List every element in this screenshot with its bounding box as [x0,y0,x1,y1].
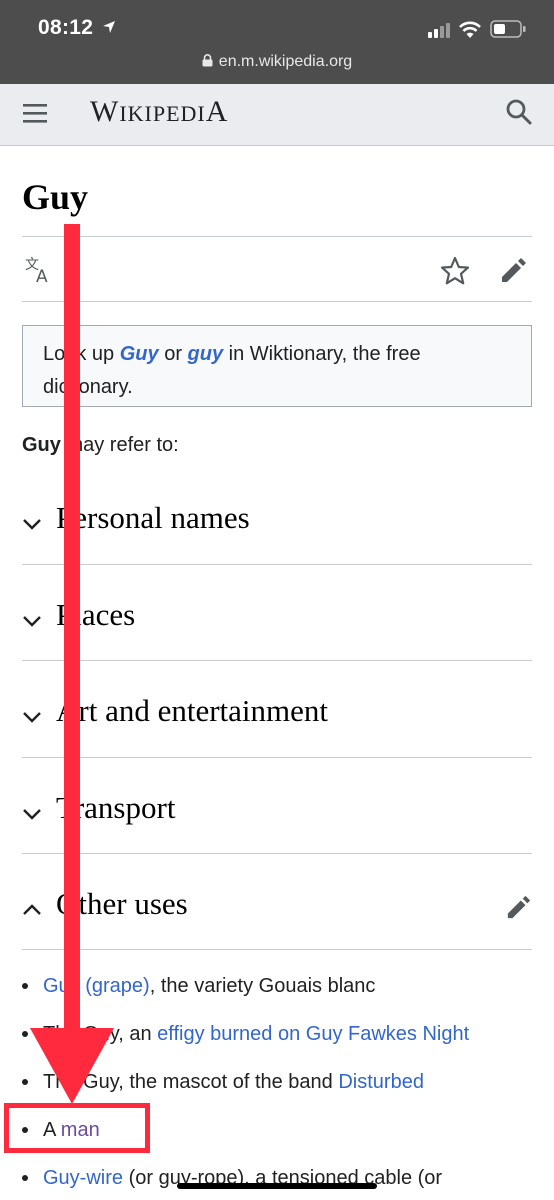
section-divider [22,564,532,565]
link-guy-grape[interactable]: Guy (grape) [43,975,150,997]
hamburger-menu-icon[interactable] [22,100,48,126]
cellular-signal-icon [428,23,450,38]
page-title: Guy [22,177,89,217]
home-indicator [177,1183,377,1189]
section-heading: Other uses [56,886,188,921]
search-icon[interactable] [505,98,533,126]
section-art-and-entertainment[interactable]: Art and entertainment [22,689,532,749]
link-guy-wire[interactable]: Guy-wire [43,1167,123,1189]
wiktionary-link-guy-lower[interactable]: guy [188,343,224,365]
chevron-down-icon [23,519,41,530]
actions-divider [22,301,532,302]
section-heading: Places [56,597,136,632]
svg-text:A: A [36,267,48,284]
battery-icon [490,20,526,38]
intro-text: Guy may refer to: [22,434,179,456]
edit-pencil-icon[interactable] [506,894,532,920]
watch-star-icon[interactable] [440,256,470,286]
section-divider [22,949,532,950]
other-uses-list: Guy (grape), the variety Gouais blanc Th… [22,966,542,1200]
chevron-down-icon [23,809,41,820]
section-divider [22,660,532,661]
language-icon[interactable]: 文 A [25,256,55,284]
link-disturbed[interactable]: Disturbed [338,1071,424,1093]
wiktionary-box: Look up Guy or guy in Wiktionary, the fr… [22,325,532,407]
list-item: The Guy, an effigy burned on Guy Fawkes … [22,1014,542,1062]
wikipedia-wordmark[interactable]: WIKIPEDIA [90,95,228,129]
wifi-icon [459,21,481,38]
location-arrow-icon [103,21,115,33]
section-personal-names[interactable]: Personal names [22,496,532,556]
chevron-up-icon [23,904,41,915]
section-places[interactable]: Places [22,593,532,653]
edit-pencil-icon[interactable] [500,256,528,284]
section-transport[interactable]: Transport [22,786,532,846]
section-heading: Art and entertainment [56,693,329,728]
annotation-highlight-box [4,1103,150,1153]
chevron-down-icon [23,616,41,627]
section-heading: Personal names [56,500,250,535]
title-divider [22,236,532,237]
section-divider [22,757,532,758]
chevron-down-icon [23,712,41,723]
list-item: Guy-wire (or guy-rope), a tensioned cabl… [22,1158,542,1200]
list-item: Guy (grape), the variety Gouais blanc [22,966,542,1014]
section-heading: Transport [56,790,176,825]
site-header: WIKIPEDIA [0,84,554,146]
lock-icon [202,54,213,67]
url-text: en.m.wikipedia.org [218,53,353,70]
link-effigy[interactable]: effigy burned on Guy Fawkes Night [157,1023,469,1045]
status-bar: 08:12 en.m.wikipedia.org [0,0,554,84]
section-other-uses[interactable]: Other uses [22,882,532,942]
wiktionary-link-guy-capital[interactable]: Guy [120,343,159,365]
status-time: 08:12 [38,16,94,39]
section-divider [22,853,532,854]
address-bar[interactable]: en.m.wikipedia.org [0,53,554,71]
